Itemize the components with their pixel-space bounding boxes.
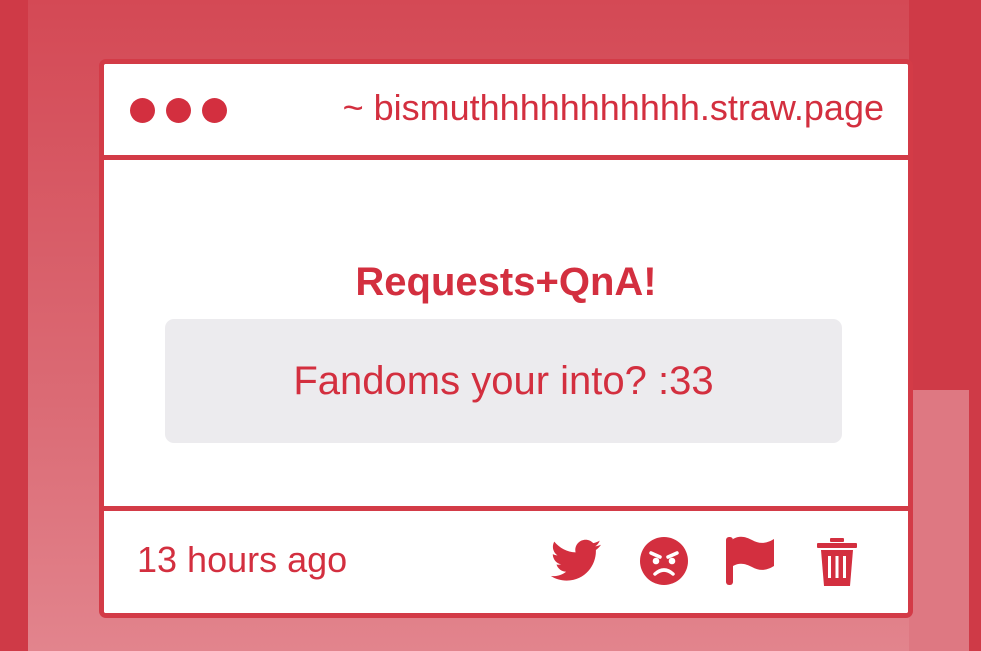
page-address[interactable]: ~ bismuthhhhhhhhhhh.straw.page [343,87,884,129]
page-title: Requests+QnA! [355,259,657,304]
post-timestamp: 13 hours ago [137,539,348,580]
question-content: Requests+QnA! Fandoms your into? :33 [104,160,908,511]
page-background: ~ bismuthhhhhhhhhhh.straw.page Requests+… [0,0,981,651]
question-text: Fandoms your into? :33 [293,359,714,403]
question-card-window: ~ bismuthhhhhhhhhhh.straw.page Requests+… [99,59,913,618]
angry-face-icon [640,537,688,585]
angry-reaction-button[interactable] [638,535,690,587]
twitter-icon [550,539,601,581]
flag-icon [726,536,774,585]
trash-icon [817,538,857,586]
delete-button[interactable] [811,535,863,587]
background-accent-strip [909,390,969,651]
window-dot-icon [166,98,191,123]
window-dot-icon [202,98,227,123]
window-titlebar: ~ bismuthhhhhhhhhhh.straw.page [104,64,908,160]
window-dot-icon [130,98,155,123]
card-footer: 13 hours ago [104,511,908,613]
twitter-share-button[interactable] [550,535,603,587]
report-flag-button[interactable] [724,535,776,587]
window-controls [130,98,227,123]
question-box: Fandoms your into? :33 [165,319,842,443]
